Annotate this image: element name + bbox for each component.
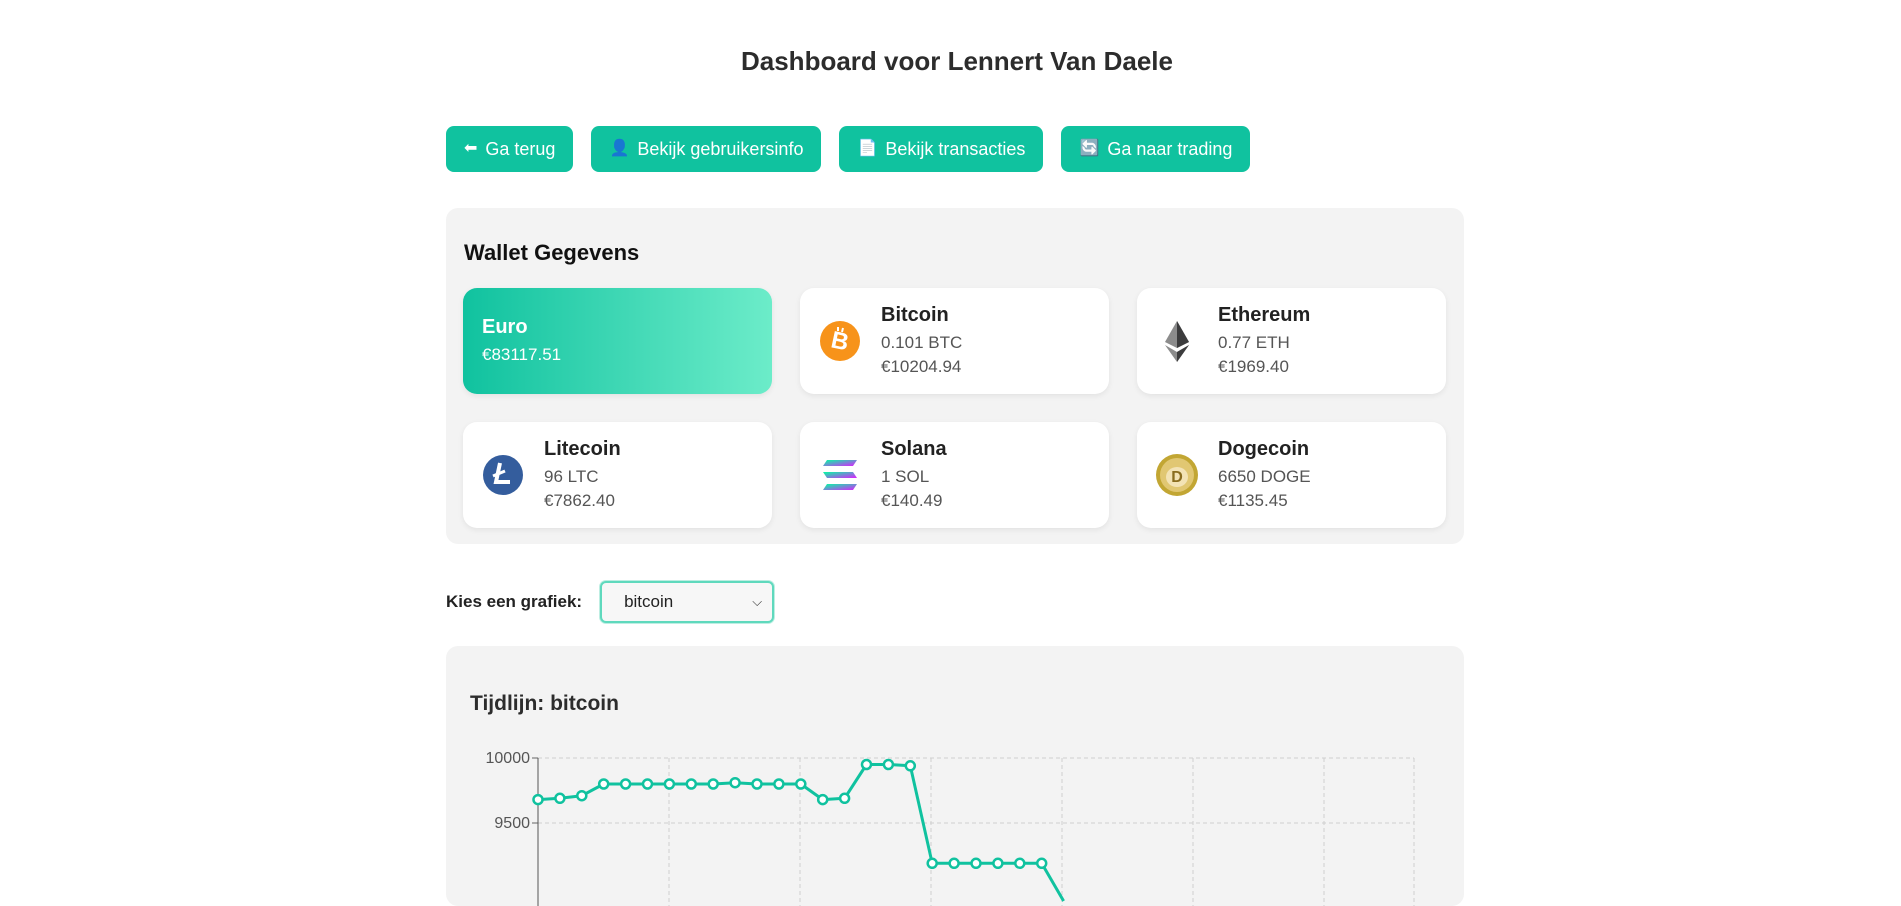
wallet-card-amount: 0.77 ETH — [1218, 332, 1290, 352]
y-tick-label: 10000 — [486, 750, 531, 767]
data-point — [663, 778, 676, 790]
wallet-card-value: €7862.40 — [544, 490, 615, 510]
data-point — [992, 857, 1004, 870]
wallet-card-amount: 1 SOL — [881, 466, 930, 486]
wallet-card-ethereum: Ethereum 0.77 ETH €1969.40 — [1137, 288, 1446, 394]
wallet-card-amount: 96 LTC — [544, 466, 599, 486]
timeline-chart: 10000 9500 — [486, 750, 1415, 906]
data-point — [970, 857, 982, 870]
data-point — [948, 857, 960, 870]
data-point — [554, 792, 566, 805]
dogecoin-icon: D — [1156, 454, 1198, 496]
data-point — [729, 776, 741, 789]
user-info-button-label: Bekijk gebruikersinfo — [637, 138, 804, 159]
wallet-heading: Wallet Gegevens — [464, 240, 640, 265]
chart-select[interactable]: bitcoin ⌵ — [600, 581, 775, 623]
data-point — [576, 789, 588, 802]
ethereum-icon — [1165, 321, 1189, 362]
data-point — [926, 857, 938, 870]
chart-select-value: bitcoin — [624, 592, 674, 611]
wallet-cards: Euro €83117.51 B Bitcoin 0.101 BTC €1020… — [463, 288, 1446, 528]
wallet-card-name: Euro — [482, 315, 528, 338]
arrow-left-icon: ⬅ — [464, 140, 478, 157]
wallet-card-value: €1135.45 — [1218, 490, 1288, 510]
data-point — [1014, 857, 1026, 870]
data-point — [860, 758, 873, 771]
wallet-card-dogecoin: D Dogecoin 6650 DOGE €1135.45 — [1137, 422, 1446, 528]
data-point — [795, 778, 807, 790]
data-point — [597, 778, 610, 790]
chart-panel: Tijdlijn: bitcoin 10000 9500 — [446, 646, 1464, 906]
user-icon: 👤 — [609, 140, 630, 157]
chart-selector-label: Kies een grafiek: — [446, 592, 583, 611]
chart-selector: Kies een grafiek: bitcoin ⌵ — [446, 581, 775, 623]
wallet-card-value: €10204.94 — [881, 356, 962, 376]
bitcoin-icon: B — [820, 321, 860, 361]
wallet-card-name: Dogecoin — [1218, 437, 1310, 460]
data-point — [707, 778, 719, 790]
data-point — [532, 793, 544, 806]
data-point — [904, 760, 917, 772]
data-point — [641, 778, 654, 790]
data-point — [838, 792, 851, 805]
wallet-card-amount: 6650 DOGE — [1218, 466, 1311, 486]
user-info-button[interactable]: 👤 Bekijk gebruikersinfo — [591, 126, 822, 172]
litecoin-icon — [483, 455, 523, 495]
transactions-button-label: Bekijk transacties — [885, 138, 1026, 159]
wallet-card-amount: 0.101 BTC — [881, 332, 963, 352]
data-point — [773, 778, 785, 790]
refresh-icon: 🔄 — [1079, 140, 1100, 157]
data-point — [816, 793, 829, 806]
data-point — [685, 778, 698, 790]
solana-icon — [823, 460, 857, 490]
wallet-card-value: €140.49 — [881, 490, 943, 510]
nav-buttons: ⬅ Ga terug 👤 Bekijk gebruikersinfo 📄 Bek… — [446, 126, 1251, 172]
wallet-card-name: Ethereum — [1218, 303, 1311, 326]
trading-button[interactable]: 🔄 Ga naar trading — [1061, 126, 1251, 172]
y-tick-label: 9500 — [494, 815, 530, 832]
wallet-card-name: Bitcoin — [881, 303, 949, 326]
data-point — [1035, 857, 1048, 870]
data-point — [619, 778, 632, 790]
transactions-button[interactable]: 📄 Bekijk transacties — [839, 126, 1044, 172]
wallet-panel: Wallet Gegevens Euro €83117.51 B Bitcoin… — [446, 208, 1464, 544]
data-point — [751, 778, 763, 790]
wallet-card-value: €83117.51 — [482, 344, 562, 364]
chevron-down-icon: ⌵ — [752, 594, 763, 609]
trading-button-label: Ga naar trading — [1107, 138, 1233, 159]
wallet-card-name: Solana — [881, 437, 947, 460]
wallet-card-litecoin: Litecoin 96 LTC €7862.40 — [463, 422, 772, 528]
back-button[interactable]: ⬅ Ga terug — [446, 126, 574, 172]
wallet-card-solana: Solana 1 SOL €140.49 — [800, 422, 1109, 528]
svg-text:D: D — [1171, 469, 1183, 486]
back-button-label: Ga terug — [485, 138, 556, 159]
data-point — [882, 758, 895, 771]
page-title: Dashboard voor Lennert Van Daele — [740, 46, 1173, 76]
wallet-card-name: Litecoin — [544, 437, 621, 460]
wallet-card-euro: Euro €83117.51 — [463, 288, 772, 394]
wallet-card-bitcoin: B Bitcoin 0.101 BTC €10204.94 — [800, 288, 1109, 394]
document-icon: 📄 — [857, 140, 878, 157]
wallet-card-value: €1969.40 — [1218, 356, 1289, 376]
